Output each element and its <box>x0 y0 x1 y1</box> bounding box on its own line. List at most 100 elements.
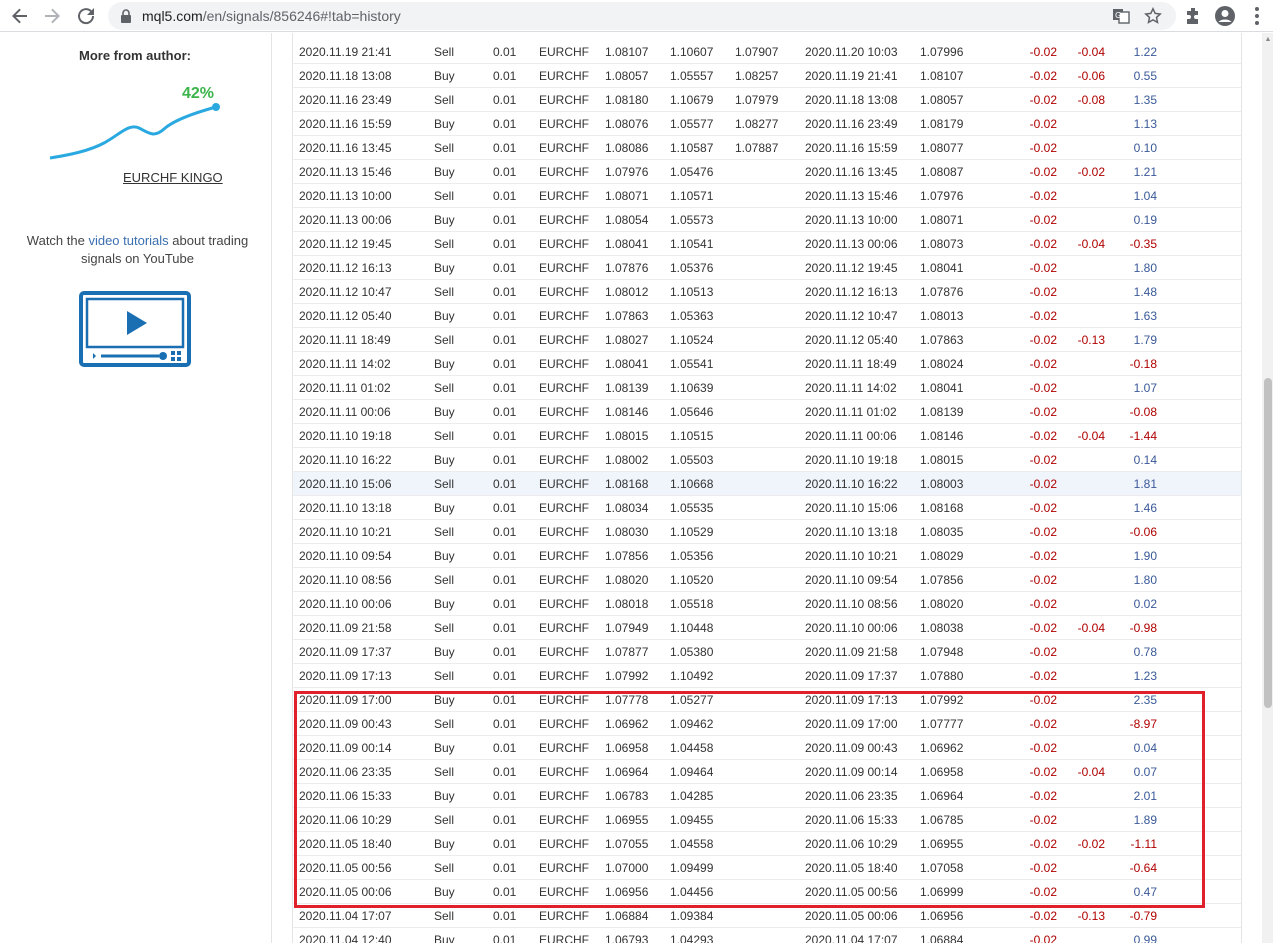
svg-text:G: G <box>1115 11 1121 20</box>
commission-cell: -0.02 <box>1029 501 1057 515</box>
table-row[interactable]: 2020.11.09 17:37 Buy 0.01 EURCHF 1.07877 1.05… <box>293 640 1241 664</box>
growth-sparkline[interactable] <box>44 83 224 163</box>
url-text[interactable]: mql5.com/en/signals/856246#!tab=history <box>142 8 401 24</box>
symbol-cell: EURCHF <box>539 909 589 923</box>
symbol-cell: EURCHF <box>539 597 589 611</box>
table-row[interactable]: 2020.11.18 13:08 Buy 0.01 EURCHF 1.08057 1.05… <box>293 64 1241 88</box>
table-row[interactable]: 2020.11.13 00:06 Buy 0.01 EURCHF 1.08054 1.05… <box>293 208 1241 232</box>
table-row[interactable]: 2020.11.11 00:06 Buy 0.01 EURCHF 1.08146 1.05… <box>293 400 1241 424</box>
stop-loss-cell: 1.10513 <box>670 285 714 299</box>
open-price-cell: 1.08107 <box>605 45 649 59</box>
symbol-cell: EURCHF <box>539 477 589 491</box>
table-row[interactable]: 2020.11.12 16:13 Buy 0.01 EURCHF 1.07876 1.05… <box>293 256 1241 280</box>
stop-loss-cell: 1.10492 <box>670 669 714 683</box>
table-row[interactable]: 2020.11.10 08:56 Sell 0.01 EURCHF 1.08020 1.1… <box>293 568 1241 592</box>
extensions-icon[interactable] <box>1183 5 1205 27</box>
table-row[interactable]: 2020.11.04 12:40 Buy 0.01 EURCHF 1.06793 1.04… <box>293 928 1241 943</box>
symbol-cell: EURCHF <box>539 69 589 83</box>
profit-cell: 1.46 <box>1133 501 1157 515</box>
video-player-icon[interactable] <box>79 291 191 367</box>
stop-loss-cell: 1.05518 <box>670 597 714 611</box>
table-row[interactable]: 2020.11.12 05:40 Buy 0.01 EURCHF 1.07863 1.05… <box>293 304 1241 328</box>
table-row[interactable]: 2020.11.13 15:46 Buy 0.01 EURCHF 1.07976 1.05… <box>293 160 1241 184</box>
profile-icon[interactable] <box>1214 5 1236 27</box>
swap-cell: -0.04 <box>1077 429 1105 443</box>
open-price-cell: 1.07876 <box>605 261 649 275</box>
close-price-cell: 1.07876 <box>920 285 964 299</box>
table-row[interactable]: 2020.11.16 23:49 Sell 0.01 EURCHF 1.08180 1.1… <box>293 88 1241 112</box>
table-row[interactable]: 2020.11.19 21:41 Sell 0.01 EURCHF 1.08107 1.1… <box>293 40 1241 64</box>
scroll-up-icon[interactable]: ▲ <box>1264 36 1272 44</box>
commission-cell: -0.02 <box>1029 237 1057 251</box>
take-profit-cell: 1.07979 <box>735 93 779 107</box>
table-row[interactable]: 2020.11.10 09:54 Buy 0.01 EURCHF 1.07856 1.05… <box>293 544 1241 568</box>
profit-cell: 1.79 <box>1133 333 1157 347</box>
commission-cell: -0.02 <box>1029 549 1057 563</box>
browser-toolbar: mql5.com/en/signals/856246#!tab=history … <box>0 0 1273 32</box>
swap-cell: -0.04 <box>1077 621 1105 635</box>
profit-cell: 0.02 <box>1133 597 1157 611</box>
volume-cell: 0.01 <box>493 45 517 59</box>
table-row[interactable]: 2020.11.16 15:59 Buy 0.01 EURCHF 1.08076 1.05… <box>293 112 1241 136</box>
type-cell: Buy <box>434 597 455 611</box>
table-row[interactable]: 2020.11.10 15:06 Sell 0.01 EURCHF 1.08168 1.1… <box>293 472 1241 496</box>
forward-icon[interactable] <box>40 4 64 28</box>
reload-icon[interactable] <box>74 4 98 28</box>
take-profit-cell: 1.08257 <box>735 69 779 83</box>
close-price-cell: 1.06884 <box>920 933 964 943</box>
open-time-cell: 2020.11.11 18:49 <box>299 333 391 347</box>
scrollbar-thumb[interactable] <box>1264 378 1272 708</box>
open-price-cell: 1.07992 <box>605 669 649 683</box>
open-price-cell: 1.08057 <box>605 69 649 83</box>
table-row[interactable]: 2020.11.12 10:47 Sell 0.01 EURCHF 1.08012 1.1… <box>293 280 1241 304</box>
close-time-cell: 2020.11.13 15:46 <box>805 189 898 203</box>
type-cell: Sell <box>434 909 455 923</box>
open-time-cell: 2020.11.11 01:02 <box>299 381 391 395</box>
type-cell: Sell <box>434 477 455 491</box>
profit-cell: 1.63 <box>1133 309 1157 323</box>
close-time-cell: 2020.11.16 23:49 <box>805 117 898 131</box>
table-row[interactable]: 2020.11.09 21:58 Sell 0.01 EURCHF 1.07949 1.1… <box>293 616 1241 640</box>
volume-cell: 0.01 <box>493 213 517 227</box>
table-row[interactable]: 2020.11.16 13:45 Sell 0.01 EURCHF 1.08086 1.1… <box>293 136 1241 160</box>
table-row[interactable]: 2020.11.11 01:02 Sell 0.01 EURCHF 1.08139 1.1… <box>293 376 1241 400</box>
volume-cell: 0.01 <box>493 597 517 611</box>
stop-loss-cell: 1.10587 <box>670 141 714 155</box>
profit-cell: 1.48 <box>1133 285 1157 299</box>
bookmark-star-icon[interactable] <box>1144 7 1162 25</box>
video-tutorials-link[interactable]: video tutorials <box>88 233 168 248</box>
back-icon[interactable] <box>8 4 32 28</box>
close-time-cell: 2020.11.10 08:56 <box>805 597 898 611</box>
table-row[interactable]: 2020.11.09 17:13 Sell 0.01 EURCHF 1.07992 1.1… <box>293 664 1241 688</box>
open-price-cell: 1.08054 <box>605 213 649 227</box>
author-signal-link[interactable]: EURCHF KINGO <box>123 170 223 185</box>
table-row[interactable]: 2020.11.11 18:49 Sell 0.01 EURCHF 1.08027 1.1… <box>293 328 1241 352</box>
table-row[interactable]: 2020.11.12 19:45 Sell 0.01 EURCHF 1.08041 1.1… <box>293 232 1241 256</box>
table-row[interactable]: 2020.11.11 14:02 Buy 0.01 EURCHF 1.08041 1.05… <box>293 352 1241 376</box>
symbol-cell: EURCHF <box>539 45 589 59</box>
table-row[interactable]: 2020.11.10 00:06 Buy 0.01 EURCHF 1.08018 1.05… <box>293 592 1241 616</box>
close-time-cell: 2020.11.12 10:47 <box>805 309 898 323</box>
address-bar[interactable]: mql5.com/en/signals/856246#!tab=history … <box>108 2 1176 30</box>
stop-loss-cell: 1.05363 <box>670 309 714 323</box>
close-time-cell: 2020.11.05 00:06 <box>805 909 898 923</box>
commission-cell: -0.02 <box>1029 69 1057 83</box>
close-price-cell: 1.08168 <box>920 501 964 515</box>
table-row[interactable]: 2020.11.10 16:22 Buy 0.01 EURCHF 1.08002 1.05… <box>293 448 1241 472</box>
stop-loss-cell: 1.05541 <box>670 357 714 371</box>
table-row[interactable]: 2020.11.10 19:18 Sell 0.01 EURCHF 1.08015 1.1… <box>293 424 1241 448</box>
symbol-cell: EURCHF <box>539 93 589 107</box>
lock-icon[interactable] <box>118 8 134 24</box>
stop-loss-cell: 1.10571 <box>670 189 714 203</box>
close-price-cell: 1.08077 <box>920 141 964 155</box>
volume-cell: 0.01 <box>493 573 517 587</box>
menu-dots-icon[interactable] <box>1246 5 1268 27</box>
open-time-cell: 2020.11.10 15:06 <box>299 477 392 491</box>
close-price-cell: 1.08013 <box>920 309 964 323</box>
table-row[interactable]: 2020.11.13 10:00 Sell 0.01 EURCHF 1.08071 1.1… <box>293 184 1241 208</box>
translate-icon[interactable]: G <box>1112 7 1130 25</box>
table-row[interactable]: 2020.11.10 10:21 Sell 0.01 EURCHF 1.08030 1.1… <box>293 520 1241 544</box>
close-time-cell: 2020.11.13 10:00 <box>805 213 898 227</box>
table-row[interactable]: 2020.11.10 13:18 Buy 0.01 EURCHF 1.08034 1.05… <box>293 496 1241 520</box>
volume-cell: 0.01 <box>493 141 517 155</box>
